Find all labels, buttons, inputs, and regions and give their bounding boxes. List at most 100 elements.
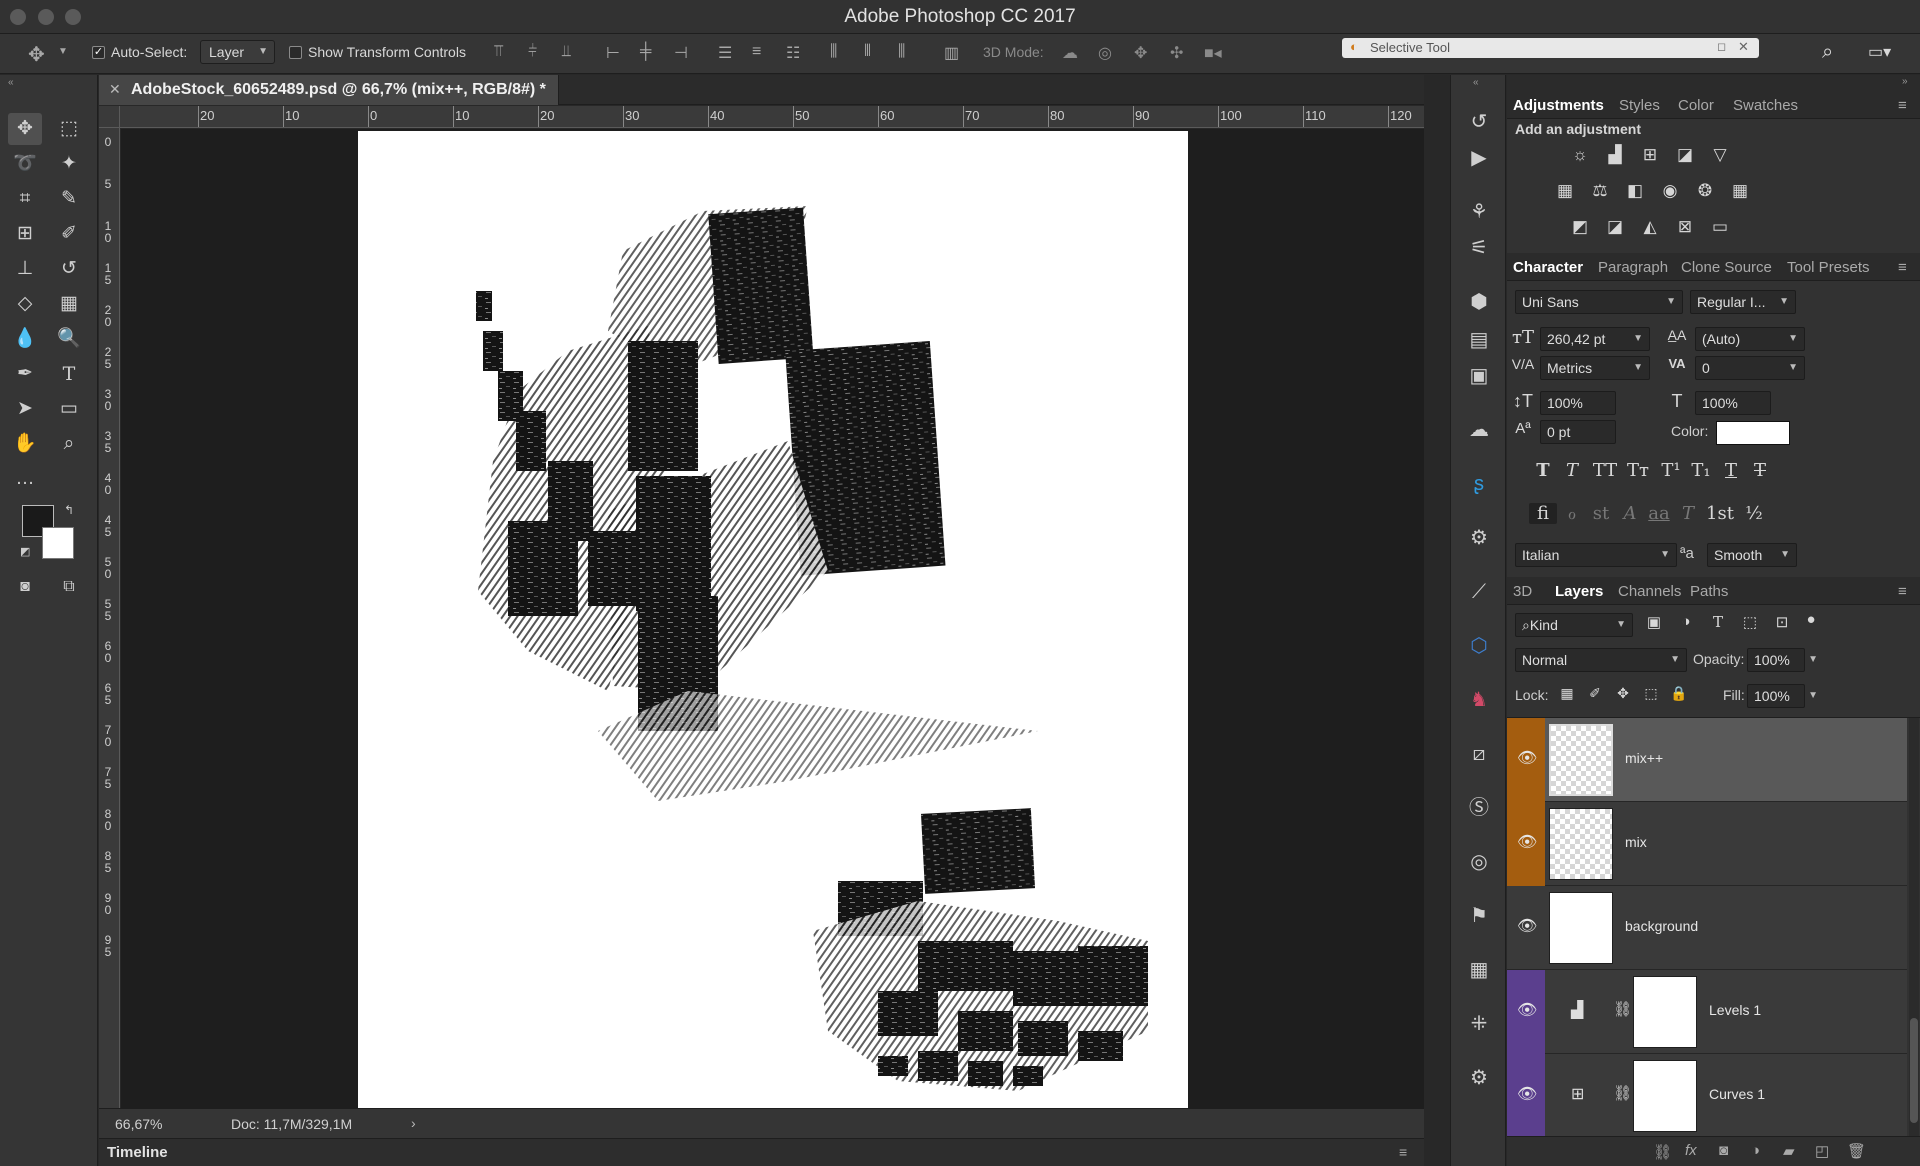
distribute-hcenter-icon[interactable]: ⦀ bbox=[864, 43, 871, 61]
crop-tool-icon[interactable]: ⌗ bbox=[8, 183, 42, 215]
text-color-swatch[interactable] bbox=[1716, 421, 1790, 445]
grid-panel-icon[interactable]: ▦ bbox=[1463, 955, 1495, 985]
strikethrough-button[interactable]: T bbox=[1746, 460, 1774, 481]
photo-filter-icon[interactable]: ◉ bbox=[1657, 180, 1683, 202]
dodge-tool-icon[interactable]: 🔍 bbox=[52, 323, 86, 355]
hue-saturation-icon[interactable]: ▦ bbox=[1552, 180, 1578, 202]
filter-type-icon[interactable]: T bbox=[1704, 613, 1732, 631]
magic-wand-tool-icon[interactable]: ✦ bbox=[52, 148, 86, 180]
add-mask-icon[interactable]: ◙ bbox=[1719, 1142, 1728, 1159]
layer-row[interactable]: 👁 ⊞ ⛓ Curves 1 bbox=[1507, 1054, 1907, 1138]
zoom-tool-icon[interactable]: ⌕ bbox=[52, 428, 86, 460]
titling-alternates-button[interactable]: T bbox=[1674, 503, 1702, 524]
font-family-select[interactable]: Uni Sans ▼ bbox=[1515, 290, 1683, 314]
antialias-select[interactable]: Smooth ▼ bbox=[1707, 543, 1797, 567]
align-horizontal-center-icon[interactable]: ╪ bbox=[640, 43, 651, 61]
layer-name[interactable]: background bbox=[1625, 918, 1698, 934]
layer-mask-thumbnail[interactable] bbox=[1633, 1060, 1697, 1132]
camera-raw-icon[interactable]: ◎ bbox=[1463, 847, 1495, 877]
visibility-eye-icon[interactable]: 👁 bbox=[1517, 748, 1537, 768]
plugin-elephant-icon[interactable]: ♞ bbox=[1463, 685, 1495, 715]
marquee-tool-icon[interactable]: ⬚ bbox=[52, 113, 86, 145]
brush-tool-icon[interactable]: ✐ bbox=[52, 218, 86, 250]
panel-menu-icon[interactable]: ≡ bbox=[1399, 1144, 1407, 1160]
panel-menu-icon[interactable]: ≡ bbox=[1898, 583, 1907, 600]
kerning-field[interactable]: Metrics ▼ bbox=[1540, 356, 1650, 380]
vertical-scale-field[interactable]: 100% bbox=[1540, 391, 1616, 415]
auto-select-checkbox[interactable]: ✓ bbox=[92, 46, 105, 59]
pen-tool-icon[interactable]: ✒ bbox=[8, 358, 42, 390]
panel-menu-icon[interactable]: ≡ bbox=[1898, 97, 1907, 114]
vibrance-icon[interactable]: ▽ bbox=[1707, 144, 1733, 166]
hand-tool-icon[interactable]: ✋ bbox=[8, 428, 42, 460]
pattern-panel-icon[interactable]: ⁜ bbox=[1463, 1009, 1495, 1039]
filter-pixel-icon[interactable]: ▣ bbox=[1640, 613, 1668, 631]
restore-icon[interactable]: ◻ bbox=[1717, 40, 1726, 53]
collapse-toolbox-icon[interactable]: « bbox=[8, 77, 14, 88]
lasso-tool-icon[interactable]: ➰ bbox=[8, 148, 42, 180]
layer-name[interactable]: mix++ bbox=[1625, 750, 1663, 766]
blur-tool-icon[interactable]: 💧 bbox=[8, 323, 42, 355]
layer-name[interactable]: mix bbox=[1625, 834, 1647, 850]
all-caps-button[interactable]: TT bbox=[1591, 460, 1619, 481]
invert-icon[interactable]: ◩ bbox=[1567, 216, 1593, 238]
ruler-origin[interactable] bbox=[99, 106, 120, 128]
distribute-center-icon[interactable]: ≡ bbox=[752, 43, 761, 61]
small-caps-button[interactable]: Tт bbox=[1624, 460, 1652, 481]
3d-roll-icon[interactable]: ◎ bbox=[1098, 43, 1112, 63]
gradient-tool-icon[interactable]: ▦ bbox=[52, 288, 86, 320]
eraser-tool-icon[interactable]: ◇ bbox=[8, 288, 42, 320]
layer-row[interactable]: 👁 background bbox=[1507, 886, 1907, 970]
swap-colors-icon[interactable]: ↰ bbox=[64, 503, 74, 517]
align-right-icon[interactable]: ⊣ bbox=[674, 43, 688, 63]
panel-menu-icon[interactable]: ≡ bbox=[1898, 259, 1907, 276]
document-tab[interactable]: ✕ AdobeStock_60652489.psd @ 66,7% (mix++… bbox=[99, 75, 559, 105]
tab-color[interactable]: Color bbox=[1678, 97, 1714, 114]
3d-camera-icon[interactable]: ■◂ bbox=[1204, 43, 1222, 63]
flag-icon[interactable]: ⚑ bbox=[1463, 901, 1495, 931]
filter-toggle-icon[interactable]: ● bbox=[1797, 611, 1825, 628]
filter-adjustment-icon[interactable]: ◑ bbox=[1672, 613, 1700, 630]
info-panel-icon[interactable]: ▣ bbox=[1463, 361, 1495, 391]
superscript-button[interactable]: T¹ bbox=[1657, 460, 1685, 481]
tab-clone-source[interactable]: Clone Source bbox=[1681, 259, 1772, 276]
3d-pan-icon[interactable]: ✥ bbox=[1134, 43, 1147, 63]
timeline-label[interactable]: Timeline bbox=[107, 1144, 168, 1161]
exposure-icon[interactable]: ◪ bbox=[1672, 144, 1698, 166]
move-tool-icon[interactable]: ✥ bbox=[28, 42, 45, 67]
font-style-select[interactable]: Regular I... ▼ bbox=[1690, 290, 1796, 314]
tab-character[interactable]: Character bbox=[1513, 259, 1583, 276]
lock-pixels-icon[interactable]: ✐ bbox=[1581, 685, 1609, 702]
new-layer-icon[interactable]: ◰ bbox=[1815, 1142, 1829, 1160]
language-select[interactable]: Italian ▼ bbox=[1515, 543, 1677, 567]
layer-style-icon[interactable]: fx bbox=[1685, 1142, 1697, 1159]
old-style-button[interactable]: ℴ bbox=[1558, 503, 1586, 524]
notes-panel-icon[interactable]: ▤ bbox=[1463, 325, 1495, 355]
fill-field[interactable]: 100% ▼ bbox=[1747, 684, 1818, 708]
auto-select-dropdown[interactable]: Layer ▼ bbox=[200, 40, 275, 64]
align-bottom-icon[interactable]: ⫫ bbox=[562, 43, 571, 61]
distribute-top-icon[interactable]: ☰ bbox=[718, 43, 732, 63]
auto-align-icon[interactable]: ▥ bbox=[944, 43, 959, 63]
brightness-contrast-icon[interactable]: ☼ bbox=[1567, 144, 1593, 166]
new-adjustment-icon[interactable]: ◑ bbox=[1751, 1142, 1760, 1159]
path-selection-tool-icon[interactable]: ➤ bbox=[8, 393, 42, 425]
layer-filter-select[interactable]: ⌕Kind ▼ bbox=[1515, 613, 1633, 637]
brush-presets-icon[interactable]: ⚘ bbox=[1463, 197, 1495, 227]
selective-tool-bar[interactable]: ◐ Selective Tool ◻ ✕ bbox=[1342, 38, 1759, 58]
layers-scrollbar[interactable] bbox=[1909, 718, 1919, 1136]
expand-dock-icon[interactable]: « bbox=[1473, 77, 1479, 88]
tab-layers[interactable]: Layers bbox=[1555, 583, 1603, 600]
distribute-left-icon[interactable]: ⫼ bbox=[830, 43, 837, 61]
selective-color-icon[interactable]: ⊠ bbox=[1672, 216, 1698, 238]
visibility-eye-icon[interactable]: 👁 bbox=[1517, 916, 1537, 936]
workspace-icon[interactable]: ▭▾ bbox=[1868, 42, 1891, 62]
levels-icon[interactable]: ▟ bbox=[1602, 144, 1628, 166]
3d-slide-icon[interactable]: ✣ bbox=[1170, 43, 1183, 63]
ligatures-button[interactable]: ﬁ bbox=[1529, 503, 1557, 524]
layer-mask-thumbnail[interactable] bbox=[1633, 976, 1697, 1048]
baseline-shift-field[interactable]: 0 pt bbox=[1540, 420, 1616, 444]
distribute-right-icon[interactable]: ⫼ bbox=[898, 43, 905, 61]
edit-toolbar-icon[interactable]: … bbox=[8, 463, 42, 495]
delete-layer-icon[interactable]: 🗑 bbox=[1847, 1142, 1866, 1160]
